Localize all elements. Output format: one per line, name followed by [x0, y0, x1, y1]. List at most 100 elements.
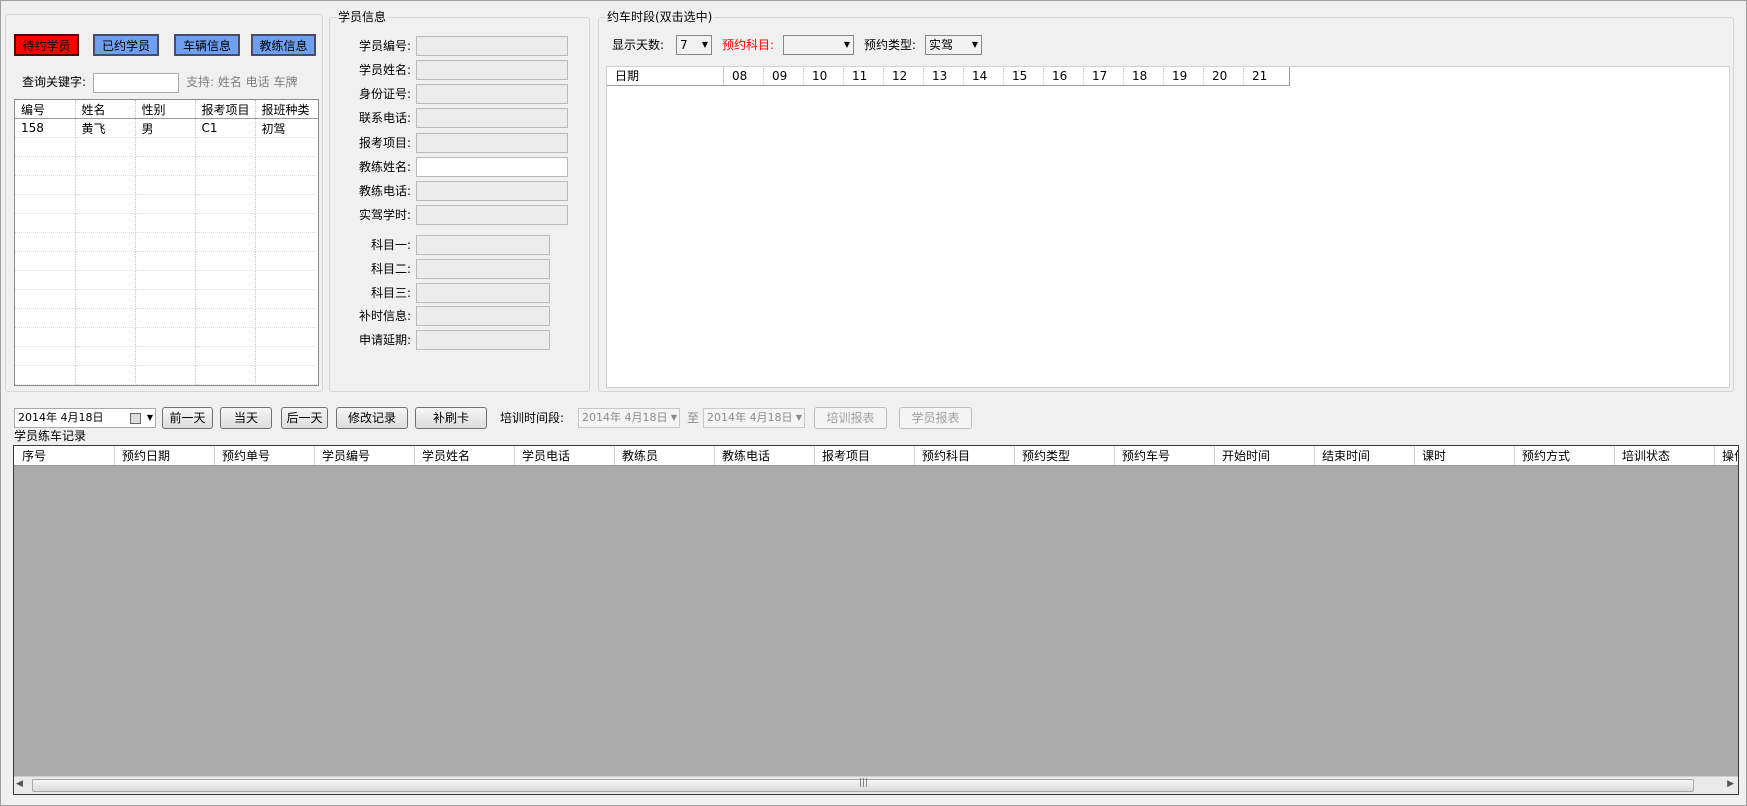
records-column-header[interactable]: 预约科目: [922, 448, 970, 464]
table-cell: [255, 137, 318, 157]
period-from-picker[interactable]: 2014年 4月18日 ▼: [578, 408, 680, 428]
student-info-field-input[interactable]: [416, 84, 568, 104]
student-column-header[interactable]: 编号: [15, 100, 76, 119]
records-column-header[interactable]: 开始时间: [1222, 448, 1270, 464]
table-row[interactable]: [15, 327, 318, 347]
records-column-header[interactable]: 课时: [1422, 448, 1446, 464]
hour-column-header: 11: [843, 68, 884, 84]
student-info-field-label: 教练电话:: [358, 184, 411, 198]
table-cell: [135, 365, 196, 385]
records-column-header[interactable]: 培训状态: [1622, 448, 1670, 464]
type-select[interactable]: 实驾 ▼: [925, 35, 982, 55]
records-column-header[interactable]: 预约单号: [222, 448, 270, 464]
records-column-header[interactable]: 预约类型: [1022, 448, 1070, 464]
table-cell: [75, 308, 136, 328]
tab-pending-students[interactable]: 待约学员: [14, 34, 79, 56]
table-row[interactable]: 158 黄飞男 C1 初驾: [15, 118, 318, 138]
student-column-header[interactable]: 性别: [135, 100, 196, 119]
horizontal-scrollbar[interactable]: ◀ ||| ▶: [14, 776, 1738, 794]
table-row[interactable]: [15, 175, 318, 195]
column-divider: [614, 446, 615, 465]
scroll-right-arrow-icon[interactable]: ▶: [1727, 779, 1734, 789]
student-info-field-input[interactable]: [416, 60, 568, 80]
student-column-header[interactable]: 报考项目: [195, 100, 256, 119]
table-row[interactable]: [15, 156, 318, 176]
table-cell: [195, 251, 256, 271]
records-column-header[interactable]: 学员电话: [522, 448, 570, 464]
modify-record-button[interactable]: 修改记录: [336, 407, 408, 429]
booking-grid[interactable]: 日期 08 09 10 11 12 13 14 15 16 17 18 19 20 21: [606, 66, 1730, 388]
student-column-header[interactable]: 报班种类: [255, 100, 318, 119]
table-cell: [135, 156, 196, 176]
student-info-field-input[interactable]: [416, 235, 550, 255]
student-info-field-input[interactable]: [416, 181, 568, 201]
hour-column-header: 17: [1083, 68, 1124, 84]
today-button[interactable]: 当天: [220, 407, 272, 429]
table-cell: [195, 289, 256, 309]
student-info-field-input[interactable]: [416, 157, 568, 177]
records-column-header[interactable]: 预约方式: [1522, 448, 1570, 464]
records-column-header[interactable]: 学员姓名: [422, 448, 470, 464]
table-row[interactable]: [15, 251, 318, 271]
date-picker[interactable]: 2014年 4月18日 ▼: [14, 408, 156, 428]
records-column-header[interactable]: 预约车号: [1122, 448, 1170, 464]
chevron-down-icon: ▼: [670, 413, 677, 422]
records-column-header[interactable]: 操作员: [1722, 448, 1738, 464]
student-info-field-input[interactable]: [416, 108, 568, 128]
booking-grid-header: 日期 08 09 10 11 12 13 14 15 16 17 18 19 20 21: [607, 67, 1290, 86]
hour-column-header: 19: [1163, 68, 1204, 84]
recard-button[interactable]: 补刷卡: [415, 407, 487, 429]
student-info-field-input[interactable]: [416, 306, 550, 326]
records-column-header[interactable]: 报考项目: [822, 448, 870, 464]
table-cell: [195, 213, 256, 233]
records-column-header[interactable]: 序号: [22, 448, 46, 464]
table-cell: [135, 346, 196, 366]
student-info-field-input[interactable]: [416, 283, 550, 303]
table-row[interactable]: [15, 308, 318, 328]
tab-coach-info[interactable]: 教练信息: [251, 34, 316, 56]
records-column-header[interactable]: 教练电话: [722, 448, 770, 464]
student-info-field-input[interactable]: [416, 36, 568, 56]
search-input[interactable]: [93, 73, 179, 93]
student-info-field-input[interactable]: [416, 205, 568, 225]
table-row[interactable]: [15, 365, 318, 385]
records-column-header[interactable]: 教练员: [622, 448, 658, 464]
table-cell: [75, 213, 136, 233]
table-row[interactable]: [15, 289, 318, 309]
scrollbar-thumb[interactable]: |||: [32, 778, 1694, 792]
prev-day-button[interactable]: 前一天: [162, 407, 213, 429]
table-row[interactable]: [15, 194, 318, 214]
student-info-field-input[interactable]: [416, 330, 550, 350]
column-divider: [714, 446, 715, 465]
table-row[interactable]: [15, 213, 318, 233]
table-row[interactable]: [15, 270, 318, 290]
subject-select[interactable]: ▼: [783, 35, 854, 55]
days-select[interactable]: 7 ▼: [676, 35, 712, 55]
to-label: 至: [687, 411, 700, 425]
table-row[interactable]: [15, 346, 318, 366]
records-column-header[interactable]: 预约日期: [122, 448, 170, 464]
period-to-picker[interactable]: 2014年 4月18日 ▼: [703, 408, 805, 428]
table-cell: [255, 175, 318, 195]
training-report-button[interactable]: 培训报表: [814, 407, 887, 429]
table-cell: [195, 232, 256, 252]
table-cell: [195, 327, 256, 347]
column-divider: [214, 446, 215, 465]
student-info-field-input[interactable]: [416, 133, 568, 153]
tab-vehicle-info[interactable]: 车辆信息: [174, 34, 240, 56]
records-grid[interactable]: 序号 预约日期 预约单号 学员编号 学员姓名 学员电话 教练员 教练电话 报考项目 预约科目 预约类…: [13, 445, 1739, 795]
table-cell: [135, 270, 196, 290]
records-column-header[interactable]: 结束时间: [1322, 448, 1370, 464]
student-list-grid[interactable]: 编号 姓名 性别 报考项目 报班种类 158 黄飞男 C1 初驾: [14, 99, 319, 386]
period-to-value: 2014年 4月18日: [707, 411, 793, 424]
student-column-header[interactable]: 姓名: [75, 100, 136, 119]
table-row[interactable]: [15, 232, 318, 252]
student-report-button[interactable]: 学员报表: [899, 407, 972, 429]
chevron-down-icon: ▼: [795, 413, 802, 422]
scroll-left-arrow-icon[interactable]: ◀: [16, 779, 23, 789]
table-row[interactable]: [15, 137, 318, 157]
tab-booked-students[interactable]: 已约学员: [93, 34, 159, 56]
next-day-button[interactable]: 后一天: [281, 407, 328, 429]
student-info-field-input[interactable]: [416, 259, 550, 279]
records-column-header[interactable]: 学员编号: [322, 448, 370, 464]
